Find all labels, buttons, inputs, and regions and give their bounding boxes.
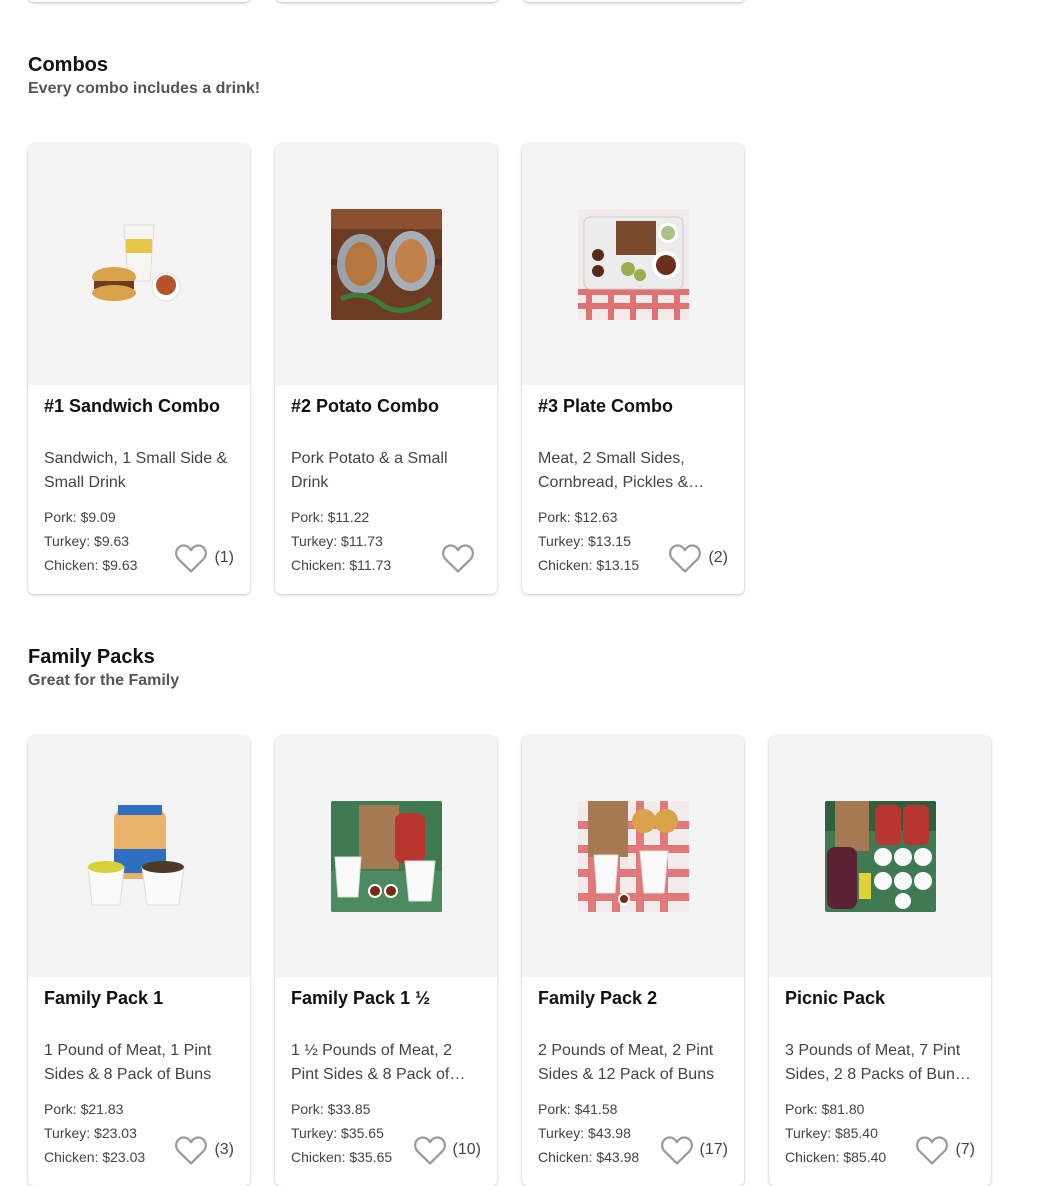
family-pack-2-photo <box>577 801 689 912</box>
family-packs-grid: Family Pack 1 1 Pound of Meat, 1 Pint Si… <box>28 736 991 1186</box>
heart-outline-icon <box>175 1136 208 1165</box>
item-title: Family Pack 2 <box>538 988 658 1008</box>
menu-item-card[interactable]: Family Pack 1 ½ 1 ½ Pounds of Meat, 2 Pi… <box>275 736 497 1186</box>
item-description: Pork Potato & a Small Drink <box>291 450 448 491</box>
item-image-area <box>275 144 497 385</box>
item-description: Sandwich, 1 Small Side & Small Drink <box>44 450 228 491</box>
menu-item-card[interactable]: Family Pack 2 2 Pounds of Meat, 2 Pint S… <box>522 736 744 1186</box>
item-description: Meat, 2 Small Sides, Cornbread, Pickles … <box>538 450 689 491</box>
price-pork: Pork: $41.58 <box>538 1101 618 1117</box>
item-image-area <box>769 736 991 977</box>
favorite-count: (7) <box>955 1141 975 1158</box>
favorite-button[interactable]: (7) <box>915 1134 975 1166</box>
family-pack-1-half-photo <box>330 801 442 912</box>
favorite-button[interactable]: (3) <box>174 1134 234 1166</box>
plate-combo-photo <box>577 209 689 320</box>
previous-card-stub <box>28 0 250 2</box>
item-image-area <box>522 144 744 385</box>
price-pork: Pork: $33.85 <box>291 1101 371 1117</box>
item-description: 3 Pounds of Meat, 7 Pint Sides, 2 8 Pack… <box>785 1042 963 1083</box>
item-title: Family Pack 1 <box>44 988 164 1008</box>
price-pork: Pork: $81.80 <box>785 1101 865 1117</box>
menu-item-card[interactable]: Family Pack 1 1 Pound of Meat, 1 Pint Si… <box>28 736 250 1186</box>
heart-outline-icon <box>916 1136 949 1165</box>
price-pork: Pork: $9.09 <box>44 509 116 525</box>
item-title: #2 Potato Combo <box>291 396 440 416</box>
favorite-count: (3) <box>214 1141 234 1158</box>
item-title: Family Pack 1 ½ <box>291 988 431 1008</box>
item-image-area <box>28 144 250 385</box>
menu-item-card[interactable]: #1 Sandwich Combo Sandwich, 1 Small Side… <box>28 144 250 594</box>
menu-item-card[interactable]: #3 Plate Combo Meat, 2 Small Sides, Corn… <box>522 144 744 594</box>
section-subtitle: Great for the Family <box>28 672 180 689</box>
heart-outline-icon <box>413 1136 446 1165</box>
family-pack-1-photo <box>83 801 195 912</box>
item-description: 2 Pounds of Meat, 2 Pint Sides & 12 Pack… <box>538 1042 715 1083</box>
previous-card-stub <box>276 0 498 2</box>
favorite-button[interactable]: (2) <box>668 542 728 574</box>
section-title: Family Packs <box>28 646 155 668</box>
previous-card-stub <box>523 0 745 2</box>
heart-outline-icon <box>442 544 474 573</box>
family-packs-section-header: Family Packs Great for the Family <box>28 645 1028 691</box>
item-title: #3 Plate Combo <box>538 396 674 416</box>
price-pork: Pork: $12.63 <box>538 509 618 525</box>
favorite-button[interactable]: (10) <box>413 1134 481 1166</box>
favorite-count: (2) <box>708 549 728 566</box>
item-description: 1 Pound of Meat, 1 Pint Sides & 8 Pack o… <box>44 1042 212 1083</box>
price-pork: Pork: $11.22 <box>291 509 370 525</box>
menu-item-card[interactable]: #2 Potato Combo Pork Potato & a Small Dr… <box>275 144 497 594</box>
menu-item-card[interactable]: Picnic Pack 3 Pounds of Meat, 7 Pint Sid… <box>769 736 991 1186</box>
item-description: 1 ½ Pounds of Meat, 2 Pint Sides & 8 Pac… <box>291 1042 452 1083</box>
heart-outline-icon <box>175 544 208 573</box>
favorite-button[interactable]: (17) <box>660 1134 728 1166</box>
item-title: Picnic Pack <box>785 988 886 1008</box>
section-title: Combos <box>28 54 108 76</box>
item-image-area <box>275 736 497 977</box>
favorite-button[interactable]: (1) <box>174 542 234 574</box>
favorite-count: (17) <box>699 1141 728 1158</box>
favorite-count: (10) <box>452 1141 481 1158</box>
heart-outline-icon <box>660 1136 693 1165</box>
item-title: #1 Sandwich Combo <box>44 396 221 416</box>
price-pork: Pork: $21.83 <box>44 1101 124 1117</box>
item-image-area <box>28 736 250 977</box>
picnic-pack-photo <box>824 801 936 912</box>
sandwich-combo-photo <box>83 209 195 320</box>
item-image-area <box>522 736 744 977</box>
combos-grid: #1 Sandwich Combo Sandwich, 1 Small Side… <box>28 144 744 594</box>
favorite-count: (1) <box>214 549 234 566</box>
heart-outline-icon <box>669 544 702 573</box>
favorite-button[interactable] <box>441 542 481 574</box>
section-subtitle: Every combo includes a drink! <box>28 80 261 97</box>
potato-combo-photo <box>330 209 442 320</box>
combos-section-header: Combos Every combo includes a drink! <box>28 53 1028 99</box>
